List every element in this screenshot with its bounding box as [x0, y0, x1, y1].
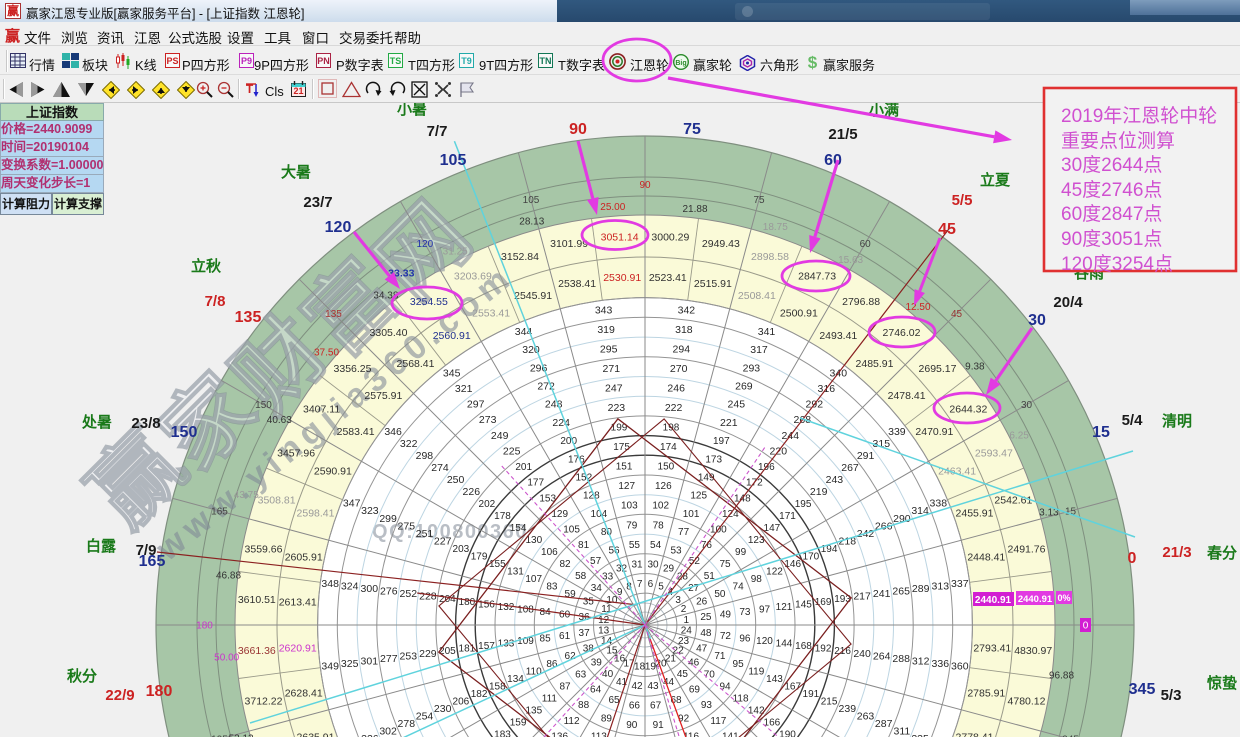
svg-text:120度3254点: 120度3254点 [1061, 253, 1173, 275]
svg-text:60度2847点: 60度2847点 [1061, 203, 1162, 225]
svg-text:30度2644点: 30度2644点 [1061, 154, 1162, 176]
svg-text:2019年江恩轮中轮: 2019年江恩轮中轮 [1061, 105, 1217, 127]
svg-text:重要点位测算: 重要点位测算 [1061, 130, 1175, 152]
svg-text:90度3051点: 90度3051点 [1061, 228, 1162, 250]
svg-text:45度2746点: 45度2746点 [1061, 179, 1162, 201]
